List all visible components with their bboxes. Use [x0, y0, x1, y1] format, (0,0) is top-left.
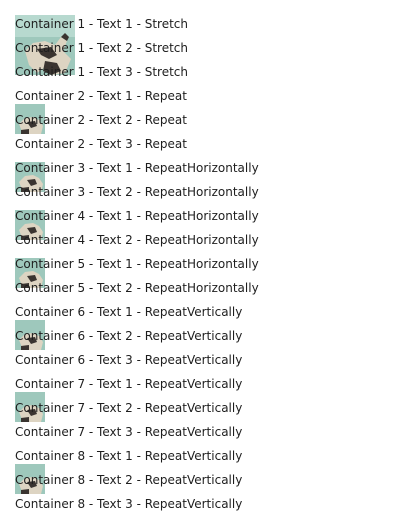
container-3-text-1: Container 3 - Text 1 - RepeatHorizontall… [15, 161, 259, 175]
container-7-text-3: Container 7 - Text 3 - RepeatVertically [15, 425, 243, 439]
container-4-text-2: Container 4 - Text 2 - RepeatHorizontall… [15, 233, 259, 247]
container-6-text-2: Container 6 - Text 2 - RepeatVertically [15, 329, 243, 343]
container-6-text-3: Container 6 - Text 3 - RepeatVertically [15, 353, 243, 367]
container-1-text-3: Container 1 - Text 3 - Stretch [15, 65, 189, 79]
container-2-text-3: Container 2 - Text 3 - Repeat [15, 137, 187, 151]
container-1-text-2: Container 1 - Text 2 - Stretch [15, 41, 189, 55]
container-3-text-2: Container 3 - Text 2 - RepeatHorizontall… [15, 185, 259, 199]
container-5-text-1: Container 5 - Text 1 - RepeatHorizontall… [15, 257, 259, 271]
container-2-text-2: Container 2 - Text 2 - Repeat [15, 113, 187, 127]
image-container-list: Container 1 - Text 1 - Stretch Container… [0, 0, 400, 526]
container-7-text-1: Container 7 - Text 1 - RepeatVertically [15, 377, 243, 391]
container-5-text-2: Container 5 - Text 2 - RepeatHorizontall… [15, 281, 259, 295]
container-8-text-1: Container 8 - Text 1 - RepeatVertically [15, 449, 243, 463]
container-1-text-1: Container 1 - Text 1 - Stretch [15, 17, 189, 31]
container-2-text-1: Container 2 - Text 1 - Repeat [15, 89, 187, 103]
container-7-text-2: Container 7 - Text 2 - RepeatVertically [15, 401, 243, 415]
container-4-text-1: Container 4 - Text 1 - RepeatHorizontall… [15, 209, 259, 223]
container-8-text-2: Container 8 - Text 2 - RepeatVertically [15, 473, 243, 487]
container-8-text-3: Container 8 - Text 3 - RepeatVertically [15, 497, 243, 511]
container-6-text-1: Container 6 - Text 1 - RepeatVertically [15, 305, 243, 319]
